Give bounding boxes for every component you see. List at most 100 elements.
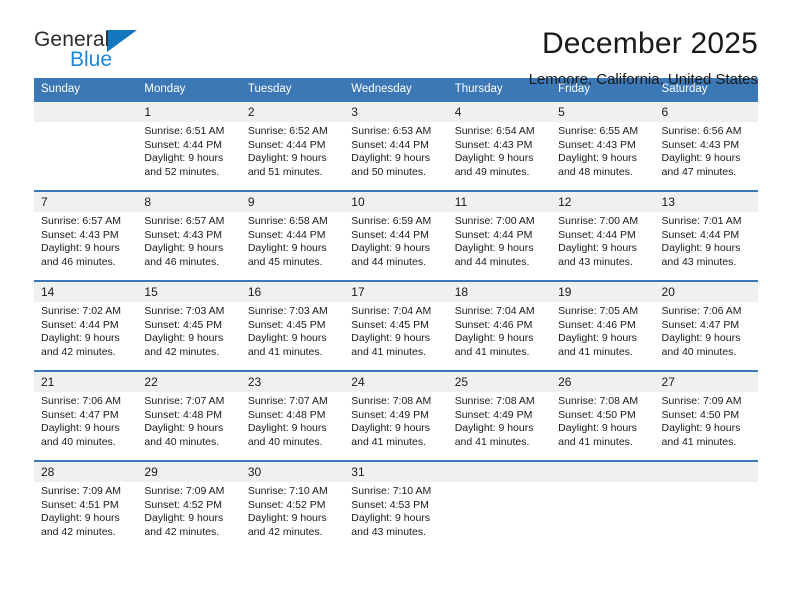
day-cell[interactable]: 21 Sunrise: 7:06 AM Sunset: 4:47 PM Dayl… xyxy=(34,370,138,461)
sunset-text: Sunset: 4:47 PM xyxy=(41,408,119,421)
day-cell[interactable]: 14 Sunrise: 7:02 AM Sunset: 4:44 PM Dayl… xyxy=(34,280,138,371)
day-info: Sunrise: 7:09 AM Sunset: 4:52 PM Dayligh… xyxy=(137,482,240,539)
daylight-text-line1: Daylight: 9 hours xyxy=(351,422,431,435)
day-number: 13 xyxy=(654,192,758,212)
day-info: Sunrise: 7:07 AM Sunset: 4:48 PM Dayligh… xyxy=(241,392,344,449)
day-cell[interactable]: 24 Sunrise: 7:08 AM Sunset: 4:49 PM Dayl… xyxy=(344,370,448,461)
day-info: Sunrise: 7:01 AM Sunset: 4:44 PM Dayligh… xyxy=(655,212,758,269)
day-cell[interactable]: 28 Sunrise: 7:09 AM Sunset: 4:51 PM Dayl… xyxy=(34,460,138,551)
weekday-header-sunday: Sunday xyxy=(34,78,138,101)
daylight-text-line2: and 52 minutes. xyxy=(144,165,220,178)
day-cell[interactable]: 1 Sunrise: 6:51 AM Sunset: 4:44 PM Dayli… xyxy=(137,100,241,191)
sunset-text: Sunset: 4:45 PM xyxy=(247,318,326,331)
day-number: 31 xyxy=(344,462,448,482)
day-cell[interactable] xyxy=(34,100,138,191)
sunset-text: Sunset: 4:43 PM xyxy=(558,138,636,151)
day-info xyxy=(34,122,137,125)
daylight-text-line1: Daylight: 9 hours xyxy=(247,152,327,165)
weekday-header-monday: Monday xyxy=(137,78,241,101)
sunrise-text: Sunrise: 6:59 AM xyxy=(351,215,432,227)
day-number: 18 xyxy=(447,282,552,302)
daylight-text-line2: and 40 minutes. xyxy=(144,435,220,448)
sunrise-text: Sunrise: 7:08 AM xyxy=(454,395,535,407)
day-info: Sunrise: 7:05 AM Sunset: 4:46 PM Dayligh… xyxy=(551,302,654,359)
sunrise-text: Sunrise: 7:00 AM xyxy=(454,215,535,227)
day-cell[interactable]: 26 Sunrise: 7:08 AM Sunset: 4:50 PM Dayl… xyxy=(551,370,655,461)
daylight-text-line1: Daylight: 9 hours xyxy=(144,242,224,255)
sunset-text: Sunset: 4:44 PM xyxy=(661,228,740,241)
calendar-container: Sunday Monday Tuesday Wednesday Thursday… xyxy=(0,78,792,551)
daylight-text-line1: Daylight: 9 hours xyxy=(454,332,534,345)
day-cell[interactable]: 25 Sunrise: 7:08 AM Sunset: 4:49 PM Dayl… xyxy=(447,370,552,461)
calendar-page: General Blue December 2025 Lemoore, Cali… xyxy=(0,0,792,612)
daylight-text-line2: and 41 minutes. xyxy=(558,345,633,358)
day-cell[interactable]: 18 Sunrise: 7:04 AM Sunset: 4:46 PM Dayl… xyxy=(447,280,552,371)
day-cell[interactable]: 19 Sunrise: 7:05 AM Sunset: 4:46 PM Dayl… xyxy=(551,280,655,371)
day-cell[interactable]: 2 Sunrise: 6:52 AM Sunset: 4:44 PM Dayli… xyxy=(240,100,345,191)
daylight-text-line2: and 43 minutes. xyxy=(661,255,737,268)
day-cell[interactable]: 5 Sunrise: 6:55 AM Sunset: 4:43 PM Dayli… xyxy=(551,100,655,191)
sunset-text: Sunset: 4:45 PM xyxy=(351,318,429,331)
day-cell[interactable]: 12 Sunrise: 7:00 AM Sunset: 4:44 PM Dayl… xyxy=(551,190,655,281)
sunrise-text: Sunrise: 7:07 AM xyxy=(247,395,328,407)
sunset-text: Sunset: 4:43 PM xyxy=(144,228,223,241)
day-number: 9 xyxy=(240,192,345,212)
day-cell[interactable]: 16 Sunrise: 7:03 AM Sunset: 4:45 PM Dayl… xyxy=(240,280,345,371)
day-cell[interactable]: 17 Sunrise: 7:04 AM Sunset: 4:45 PM Dayl… xyxy=(344,280,448,371)
sunrise-text: Sunrise: 7:10 AM xyxy=(247,485,328,497)
sunrise-text: Sunrise: 6:54 AM xyxy=(454,125,535,137)
day-number: 6 xyxy=(654,102,758,122)
day-cell[interactable]: 30 Sunrise: 7:10 AM Sunset: 4:52 PM Dayl… xyxy=(240,460,345,551)
week-row: 21 Sunrise: 7:06 AM Sunset: 4:47 PM Dayl… xyxy=(34,370,758,461)
sunset-text: Sunset: 4:43 PM xyxy=(661,138,740,151)
daylight-text-line1: Daylight: 9 hours xyxy=(661,152,741,165)
day-info: Sunrise: 7:00 AM Sunset: 4:44 PM Dayligh… xyxy=(551,212,654,269)
day-cell[interactable]: 20 Sunrise: 7:06 AM Sunset: 4:47 PM Dayl… xyxy=(654,280,758,371)
day-cell-empty xyxy=(447,460,552,551)
daylight-text-line1: Daylight: 9 hours xyxy=(41,512,120,525)
sunset-text: Sunset: 4:44 PM xyxy=(351,228,429,241)
sunrise-text: Sunrise: 6:55 AM xyxy=(558,125,639,137)
day-cell[interactable]: 6 Sunrise: 6:56 AM Sunset: 4:43 PM Dayli… xyxy=(654,100,758,191)
day-cell[interactable]: 3 Sunrise: 6:53 AM Sunset: 4:44 PM Dayli… xyxy=(344,100,448,191)
daylight-text-line2: and 47 minutes. xyxy=(661,165,737,178)
day-info: Sunrise: 7:10 AM Sunset: 4:52 PM Dayligh… xyxy=(241,482,344,539)
sunrise-text: Sunrise: 7:06 AM xyxy=(41,395,121,407)
day-cell[interactable]: 22 Sunrise: 7:07 AM Sunset: 4:48 PM Dayl… xyxy=(137,370,241,461)
day-info: Sunrise: 7:08 AM Sunset: 4:49 PM Dayligh… xyxy=(448,392,551,449)
day-cell[interactable]: 29 Sunrise: 7:09 AM Sunset: 4:52 PM Dayl… xyxy=(137,460,241,551)
day-number: 8 xyxy=(137,192,241,212)
day-number xyxy=(551,462,655,482)
sunset-text: Sunset: 4:50 PM xyxy=(558,408,636,421)
day-cell[interactable]: 4 Sunrise: 6:54 AM Sunset: 4:43 PM Dayli… xyxy=(447,100,552,191)
title-block: December 2025 Lemoore, California, Unite… xyxy=(529,26,758,91)
daylight-text-line2: and 40 minutes. xyxy=(661,345,737,358)
day-cell[interactable]: 7 Sunrise: 6:57 AM Sunset: 4:43 PM Dayli… xyxy=(34,190,138,281)
sunrise-text: Sunrise: 7:03 AM xyxy=(144,305,225,317)
day-number: 2 xyxy=(240,102,345,122)
day-cell[interactable]: 11 Sunrise: 7:00 AM Sunset: 4:44 PM Dayl… xyxy=(447,190,552,281)
page-title: December 2025 xyxy=(541,27,758,60)
day-cell[interactable]: 8 Sunrise: 6:57 AM Sunset: 4:43 PM Dayli… xyxy=(137,190,241,281)
weekday-header-wednesday: Wednesday xyxy=(344,78,448,101)
page-header: General Blue December 2025 Lemoore, Cali… xyxy=(0,0,792,88)
day-info: Sunrise: 6:56 AM Sunset: 4:43 PM Dayligh… xyxy=(655,122,758,179)
day-cell[interactable]: 9 Sunrise: 6:58 AM Sunset: 4:44 PM Dayli… xyxy=(240,190,345,281)
general-blue-logo[interactable]: General Blue xyxy=(34,26,214,78)
day-cell[interactable]: 31 Sunrise: 7:10 AM Sunset: 4:53 PM Dayl… xyxy=(344,460,448,551)
day-cell[interactable]: 15 Sunrise: 7:03 AM Sunset: 4:45 PM Dayl… xyxy=(137,280,241,371)
day-cell[interactable]: 23 Sunrise: 7:07 AM Sunset: 4:48 PM Dayl… xyxy=(240,370,345,461)
day-info: Sunrise: 7:03 AM Sunset: 4:45 PM Dayligh… xyxy=(137,302,240,359)
sunset-text: Sunset: 4:50 PM xyxy=(661,408,740,421)
day-cell[interactable]: 27 Sunrise: 7:09 AM Sunset: 4:50 PM Dayl… xyxy=(654,370,758,461)
day-cell[interactable]: 13 Sunrise: 7:01 AM Sunset: 4:44 PM Dayl… xyxy=(654,190,758,281)
day-number: 16 xyxy=(240,282,345,302)
daylight-text-line1: Daylight: 9 hours xyxy=(558,332,637,345)
sunrise-text: Sunrise: 6:52 AM xyxy=(247,125,328,137)
day-number: 1 xyxy=(137,102,241,122)
daylight-text-line1: Daylight: 9 hours xyxy=(558,422,637,435)
daylight-text-line1: Daylight: 9 hours xyxy=(144,152,224,165)
day-cell[interactable]: 10 Sunrise: 6:59 AM Sunset: 4:44 PM Dayl… xyxy=(344,190,448,281)
daylight-text-line1: Daylight: 9 hours xyxy=(144,332,224,345)
sunset-text: Sunset: 4:46 PM xyxy=(558,318,636,331)
